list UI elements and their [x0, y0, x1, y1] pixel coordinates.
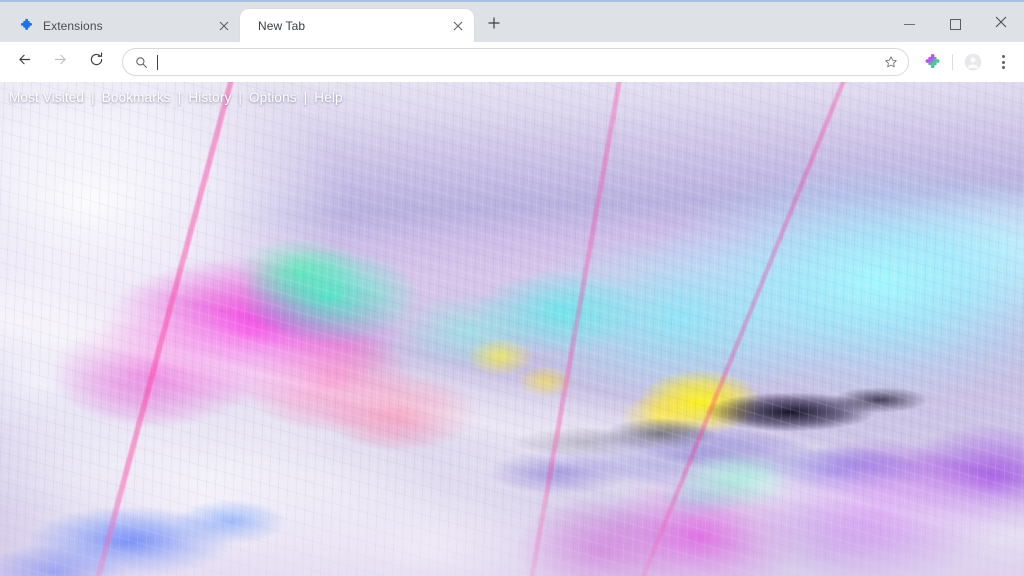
bookmark-separator: | [177, 90, 182, 105]
wallpaper-image [0, 82, 1024, 576]
back-arrow-icon [16, 51, 33, 73]
tab-title: Extensions [43, 18, 103, 33]
tab-new-tab[interactable]: New Tab [240, 9, 474, 42]
tab-title: New Tab [258, 18, 306, 33]
bookmarks-bar: Most Visited | Bookmarks | History | Opt… [8, 90, 344, 105]
new-tab-button[interactable] [480, 11, 508, 39]
maximize-icon [949, 18, 961, 30]
bookmark-star-icon[interactable] [880, 51, 902, 73]
bookmark-history[interactable]: History [187, 90, 232, 105]
maximize-button[interactable] [932, 4, 978, 44]
tab-extensions[interactable]: Extensions [6, 9, 240, 42]
text-caret [157, 54, 158, 70]
forward-button[interactable] [45, 47, 75, 77]
bookmark-separator: | [303, 90, 308, 105]
menu-dot [1001, 60, 1005, 64]
close-button[interactable] [978, 4, 1024, 44]
bookmark-most-visited[interactable]: Most Visited [8, 90, 85, 105]
address-input[interactable] [157, 49, 880, 75]
toolbar-divider [952, 54, 953, 70]
window-controls [886, 4, 1024, 44]
three-dot-menu-icon[interactable] [990, 49, 1016, 75]
tab-close-icon[interactable] [215, 17, 232, 34]
bookmark-options[interactable]: Options [248, 90, 298, 105]
close-icon [995, 15, 1007, 33]
bookmark-help[interactable]: Help [313, 90, 343, 105]
tab-strip: Extensions New Tab [0, 0, 1024, 42]
browser-window: Extensions New Tab Most Visited | Bookma… [0, 0, 1024, 576]
wallpaper-layer-haze [0, 82, 1024, 576]
minimize-icon [903, 23, 915, 25]
page-content: Most Visited | Bookmarks | History | Opt… [0, 82, 1024, 576]
menu-dot [1001, 66, 1005, 69]
puzzle-piece-icon [18, 18, 34, 34]
plus-icon [487, 16, 501, 35]
browser-toolbar [0, 42, 1024, 82]
back-button[interactable] [9, 47, 39, 77]
minimize-button[interactable] [886, 4, 932, 44]
search-icon [133, 54, 149, 70]
reload-icon [88, 51, 105, 73]
address-bar[interactable] [122, 48, 909, 76]
tab-close-icon[interactable] [449, 17, 466, 34]
menu-dot [1001, 55, 1005, 58]
profile-avatar-icon[interactable] [960, 49, 986, 75]
forward-arrow-icon [52, 51, 69, 73]
bookmark-separator: | [91, 90, 95, 105]
bookmark-bookmarks[interactable]: Bookmarks [101, 90, 172, 105]
reload-button[interactable] [81, 47, 111, 77]
extensions-puzzle-icon[interactable] [919, 49, 945, 75]
bookmark-separator: | [238, 90, 243, 105]
